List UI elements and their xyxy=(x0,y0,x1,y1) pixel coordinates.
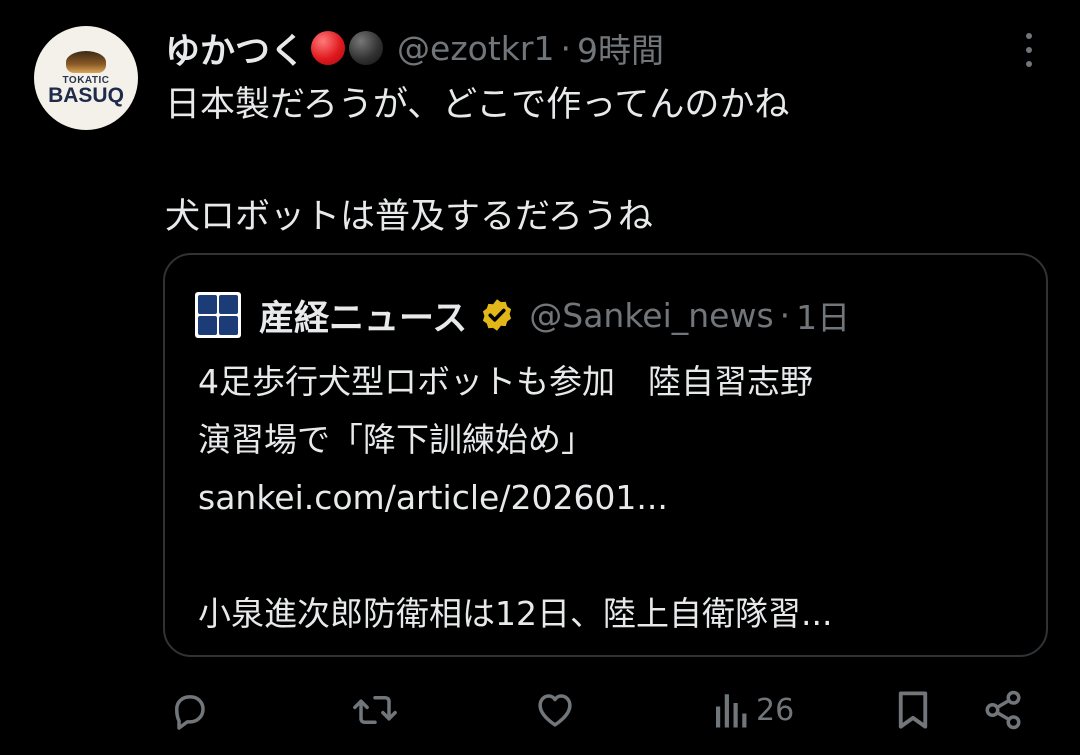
reply-button[interactable] xyxy=(168,688,210,732)
red-circle-icon xyxy=(311,31,346,65)
timestamp[interactable]: 9時間 xyxy=(577,24,664,72)
share-icon xyxy=(985,690,1021,730)
quoted-text-line: 演習場で「降下訓練始め」 xyxy=(198,420,594,459)
avatar[interactable]: TOKATIC BASUQ xyxy=(34,26,138,130)
repost-button[interactable] xyxy=(352,688,398,732)
action-bar: 26 xyxy=(0,680,1080,740)
tweet[interactable]: TOKATIC BASUQ ゆかつく @ezotkr1 · 9時間 日本製だろう… xyxy=(0,0,1080,755)
views-icon xyxy=(716,694,747,728)
user-handle[interactable]: @ezotkr1 xyxy=(397,29,554,68)
quoted-user-handle[interactable]: @Sankei_news xyxy=(529,296,773,335)
quoted-text-line: 4足歩行犬型ロボットも参加 陸自習志野 xyxy=(198,362,813,401)
share-button[interactable] xyxy=(982,688,1024,732)
like-button[interactable] xyxy=(534,688,576,732)
quoted-tweet-header: 産経ニュース @Sankei_news · 1日 xyxy=(195,289,850,341)
quoted-tweet-card[interactable]: 産経ニュース @Sankei_news · 1日 4足歩行犬型ロボットも参加 陸… xyxy=(163,253,1048,657)
separator: · xyxy=(560,28,571,68)
avatar-brand-big: BASUQ xyxy=(48,83,124,107)
sankei-logo-icon[interactable] xyxy=(195,292,241,338)
reply-icon xyxy=(175,695,205,730)
verified-badge-icon xyxy=(483,299,512,331)
cake-logo-icon xyxy=(66,50,106,73)
separator: · xyxy=(779,295,791,335)
quoted-text-line: 小泉進次郎防衛相は12日、陸上自衛隊習... xyxy=(198,594,833,633)
like-icon xyxy=(538,694,572,727)
views-count: 26 xyxy=(756,692,795,728)
tweet-text: 日本製だろうが、どこで作ってんのかね 犬ロボットは普及するだろうね xyxy=(165,77,1045,245)
display-name[interactable]: ゆかつく xyxy=(165,23,305,74)
quoted-timestamp[interactable]: 1日 xyxy=(796,291,850,339)
black-circle-icon xyxy=(349,31,384,65)
repost-icon xyxy=(353,696,397,724)
views-button[interactable]: 26 xyxy=(712,688,794,732)
tweet-text-line: 日本製だろうが、どこで作ってんのかね xyxy=(165,85,790,125)
bookmark-button[interactable] xyxy=(894,688,932,732)
bookmark-icon xyxy=(898,691,928,729)
quoted-link[interactable]: sankei.com/article/202601... xyxy=(198,469,1028,527)
tweet-text-line: 犬ロボットは普及するだろうね xyxy=(165,197,653,237)
tweet-header: ゆかつく @ezotkr1 · 9時間 xyxy=(165,22,664,74)
more-options-icon[interactable] xyxy=(1014,30,1044,70)
quoted-tweet-text: 4足歩行犬型ロボットも参加 陸自習志野 演習場で「降下訓練始め」 sankei.… xyxy=(198,353,1028,643)
quoted-display-name[interactable]: 産経ニュース xyxy=(259,290,467,341)
